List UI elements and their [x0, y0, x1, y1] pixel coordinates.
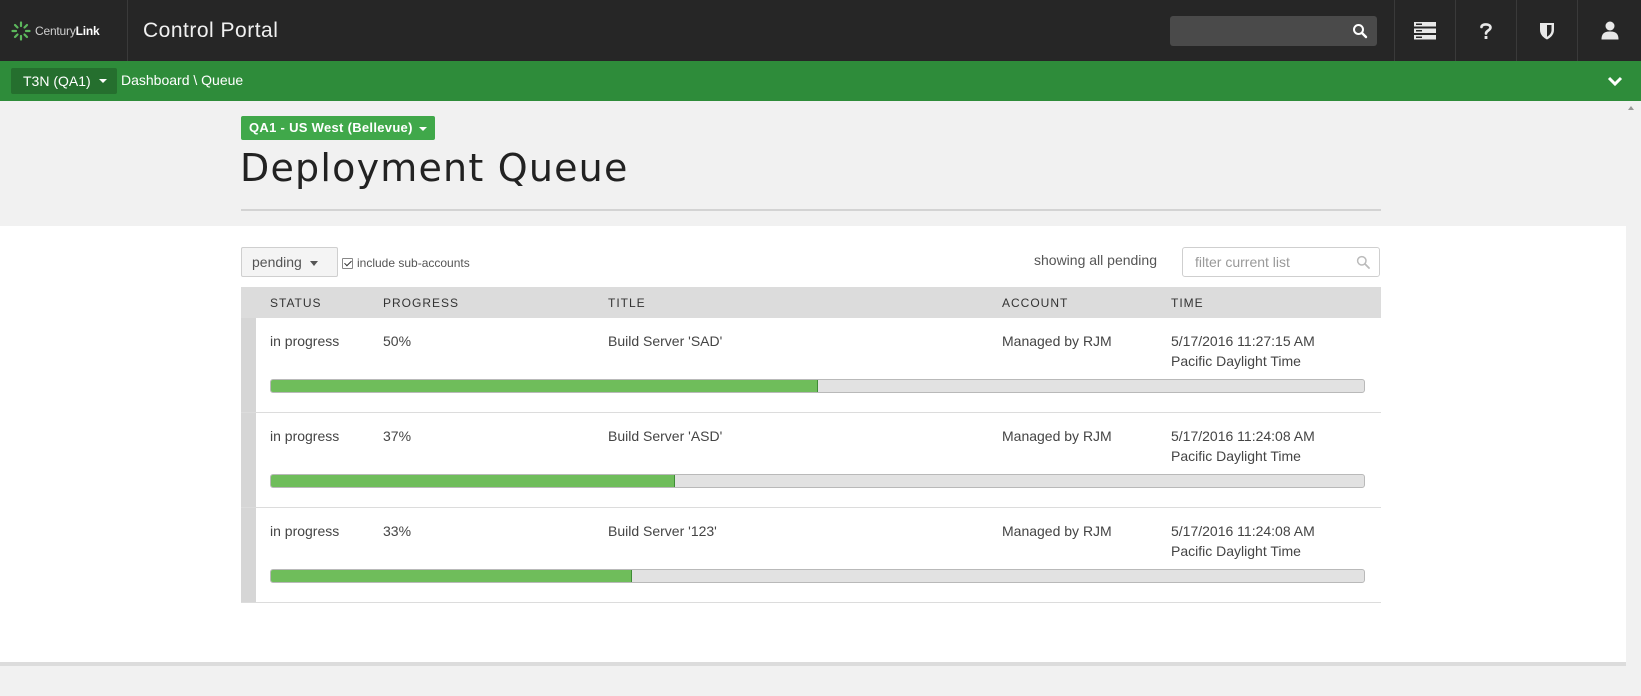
user-menu-button[interactable] — [1577, 0, 1641, 61]
progress-bar — [270, 379, 1365, 393]
row-title[interactable]: Build Server '123' — [608, 521, 717, 541]
row-stripe — [241, 318, 256, 412]
status-filter-select[interactable]: pending — [241, 247, 338, 277]
logo-text-bold: Link — [75, 23, 100, 38]
row-status: in progress — [270, 428, 340, 444]
search-icon[interactable] — [1352, 23, 1368, 39]
row-account: Managed by RJM — [1002, 333, 1112, 349]
row-account: Managed by RJM — [1002, 523, 1112, 539]
security-button[interactable] — [1516, 0, 1577, 61]
column-header-status[interactable]: STATUS — [270, 296, 322, 310]
row-account: Managed by RJM — [1002, 428, 1112, 444]
row-progress: 33% — [383, 523, 412, 539]
help-icon — [1480, 22, 1492, 39]
filter-list — [1182, 247, 1380, 277]
chevron-down-icon[interactable] — [1607, 73, 1623, 89]
column-header-account[interactable]: ACCOUNT — [1002, 296, 1068, 310]
row-time-zone: Pacific Daylight Time — [1171, 448, 1301, 464]
breadcrumb[interactable]: Dashboard \ Queue — [121, 72, 243, 88]
table-row[interactable]: in progress 33% Build Server '123' Manag… — [241, 508, 1381, 603]
row-progress: 37% — [383, 428, 412, 444]
row-time-date: 5/17/2016 11:27:15 AM — [1171, 333, 1315, 349]
row-title[interactable]: Build Server 'ASD' — [608, 426, 722, 446]
table-row[interactable]: in progress 50% Build Server 'SAD' Manag… — [241, 318, 1381, 413]
help-button[interactable] — [1455, 0, 1516, 61]
global-search-input[interactable] — [1170, 16, 1340, 46]
server-stack-icon — [1414, 21, 1436, 39]
logo-text: CenturyLink — [35, 24, 100, 38]
filter-list-input[interactable] — [1183, 248, 1348, 276]
row-time: 5/17/2016 11:27:15 AM Pacific Daylight Ti… — [1171, 331, 1315, 371]
row-status: in progress — [270, 523, 340, 539]
row-title[interactable]: Build Server 'SAD' — [608, 331, 722, 351]
include-sub-accounts-toggle[interactable]: include sub-accounts — [342, 256, 470, 270]
account-dropdown[interactable]: T3N (QA1) — [11, 68, 117, 94]
caret-down-icon — [418, 126, 427, 131]
progress-bar-fill — [271, 380, 818, 392]
column-header-progress[interactable]: PROGRESS — [383, 296, 459, 310]
progress-bar — [270, 474, 1365, 488]
account-label: T3N (QA1) — [23, 73, 91, 89]
page-title: Deployment Queue — [240, 146, 629, 190]
shield-icon — [1540, 22, 1554, 39]
status-filter-value: pending — [252, 254, 302, 270]
row-time-zone: Pacific Daylight Time — [1171, 353, 1301, 369]
title-divider — [241, 209, 1381, 211]
include-sub-accounts-label: include sub-accounts — [357, 256, 470, 270]
logo-sunburst-icon — [11, 20, 31, 41]
table-header: STATUS PROGRESS TITLE ACCOUNT TIME — [241, 287, 1381, 318]
progress-bar — [270, 569, 1365, 583]
row-progress: 50% — [383, 333, 412, 349]
table-row[interactable]: in progress 37% Build Server 'ASD' Manag… — [241, 413, 1381, 508]
row-time: 5/17/2016 11:24:08 AM Pacific Daylight Ti… — [1171, 521, 1315, 561]
centurylink-logo[interactable]: CenturyLink — [0, 0, 128, 61]
row-time-date: 5/17/2016 11:24:08 AM — [1171, 428, 1315, 444]
top-navbar: CenturyLink Control Portal — [0, 0, 1641, 61]
region-dropdown[interactable]: QA1 - US West (Bellevue) — [241, 116, 435, 140]
services-menu-button[interactable] — [1394, 0, 1455, 61]
breadcrumb-bar: T3N (QA1) Dashboard \ Queue — [0, 61, 1641, 101]
column-header-time[interactable]: TIME — [1171, 296, 1204, 310]
scroll-up-arrow-icon[interactable] — [1628, 106, 1634, 110]
row-status: in progress — [270, 333, 340, 349]
row-time-date: 5/17/2016 11:24:08 AM — [1171, 523, 1315, 539]
row-stripe — [241, 413, 256, 507]
include-sub-accounts-checkbox[interactable] — [342, 257, 353, 269]
app-title[interactable]: Control Portal — [143, 19, 278, 43]
row-time-zone: Pacific Daylight Time — [1171, 543, 1301, 559]
logo-text-regular: Century — [35, 23, 76, 38]
user-icon — [1601, 21, 1618, 40]
row-time: 5/17/2016 11:24:08 AM Pacific Daylight Ti… — [1171, 426, 1315, 466]
caret-down-icon — [98, 79, 107, 83]
region-label: QA1 - US West (Bellevue) — [249, 120, 413, 135]
search-icon — [1356, 255, 1370, 269]
progress-bar-fill — [271, 475, 676, 487]
showing-status-text: showing all pending — [1034, 252, 1157, 268]
row-stripe — [241, 508, 256, 602]
caret-down-icon — [309, 260, 318, 266]
progress-bar-fill — [271, 570, 632, 582]
global-search — [1170, 16, 1377, 46]
column-header-title[interactable]: TITLE — [608, 296, 646, 310]
